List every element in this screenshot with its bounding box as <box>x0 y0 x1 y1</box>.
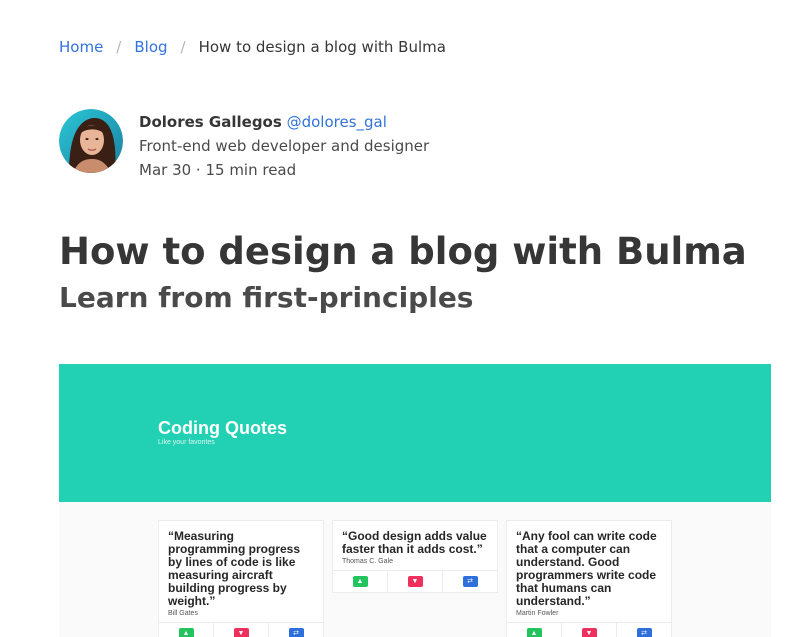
retweet-icon: ⇄ <box>636 628 652 637</box>
thumbs-down-icon: ▼ <box>407 576 423 587</box>
banner-title: Coding Quotes <box>158 418 287 438</box>
thumbs-up-icon: ▲ <box>178 628 194 637</box>
retweet-icon: ⇄ <box>288 628 304 637</box>
breadcrumb-separator: / <box>116 38 122 56</box>
post-meta: Mar 30 · 15 min read <box>139 161 297 179</box>
quote-card-body: “Any fool can write code that a computer… <box>507 521 671 622</box>
breadcrumb-home-link[interactable]: Home <box>59 38 103 56</box>
retweet-icon: ⇄ <box>462 576 478 587</box>
quote-author: Martin Fowler <box>516 610 559 617</box>
thumbs-down-icon: ▼ <box>233 628 249 637</box>
quote-card: “Good design adds value faster than it a… <box>332 520 498 593</box>
breadcrumb: Home / Blog / How to design a blog with … <box>59 38 446 56</box>
hero-image: Coding Quotes Like your favorites “Measu… <box>59 364 771 637</box>
quote-card: “Measuring programming progress by lines… <box>158 520 324 637</box>
author-line: Dolores Gallegos @dolores_gal <box>139 110 429 134</box>
breadcrumb-separator: / <box>180 38 186 56</box>
author-bio: Front-end web developer and designer <box>139 137 430 155</box>
quote-text: “Good design adds value faster than it a… <box>342 529 487 556</box>
quote-card-body: “Measuring programming progress by lines… <box>159 521 323 622</box>
article-subtitle: Learn from first-principles <box>59 281 474 314</box>
avatar <box>59 109 123 173</box>
share-button[interactable]: ⇄ <box>443 571 497 592</box>
thumbs-up-icon: ▲ <box>352 576 368 587</box>
like-button[interactable]: ▲ <box>159 623 214 637</box>
author-info: Dolores Gallegos @dolores_gal Front-end … <box>139 110 429 182</box>
quote-text: “Measuring programming progress by lines… <box>168 529 301 608</box>
quote-card-body: “Good design adds value faster than it a… <box>333 521 497 570</box>
quote-card-actions: ▲ ▼ ⇄ <box>333 570 497 592</box>
thumbs-up-icon: ▲ <box>526 628 542 637</box>
dislike-button[interactable]: ▼ <box>214 623 269 637</box>
hero-banner: Coding Quotes Like your favorites <box>59 364 771 502</box>
quote-text: “Any fool can write code that a computer… <box>516 529 657 608</box>
author-handle-link[interactable]: @dolores_gal <box>287 113 387 131</box>
article-title: How to design a blog with Bulma <box>59 230 747 273</box>
quote-author: Thomas C. Gale <box>342 558 393 565</box>
quote-card-actions: ▲ ▼ ⇄ <box>159 622 323 637</box>
author-name: Dolores Gallegos <box>139 113 282 131</box>
author-block: Dolores Gallegos @dolores_gal Front-end … <box>59 109 429 182</box>
like-button[interactable]: ▲ <box>507 623 562 637</box>
thumbs-down-icon: ▼ <box>581 628 597 637</box>
banner-subtitle: Like your favorites <box>158 439 215 446</box>
quote-card: “Any fool can write code that a computer… <box>506 520 672 637</box>
like-button[interactable]: ▲ <box>333 571 388 592</box>
breadcrumb-blog-link[interactable]: Blog <box>134 38 167 56</box>
quote-author: Bill Gates <box>168 610 198 617</box>
dislike-button[interactable]: ▼ <box>388 571 443 592</box>
quote-card-actions: ▲ ▼ ⇄ <box>507 622 671 637</box>
share-button[interactable]: ⇄ <box>617 623 671 637</box>
share-button[interactable]: ⇄ <box>269 623 323 637</box>
avatar-image <box>59 109 123 173</box>
dislike-button[interactable]: ▼ <box>562 623 617 637</box>
breadcrumb-current: How to design a blog with Bulma <box>198 38 446 56</box>
